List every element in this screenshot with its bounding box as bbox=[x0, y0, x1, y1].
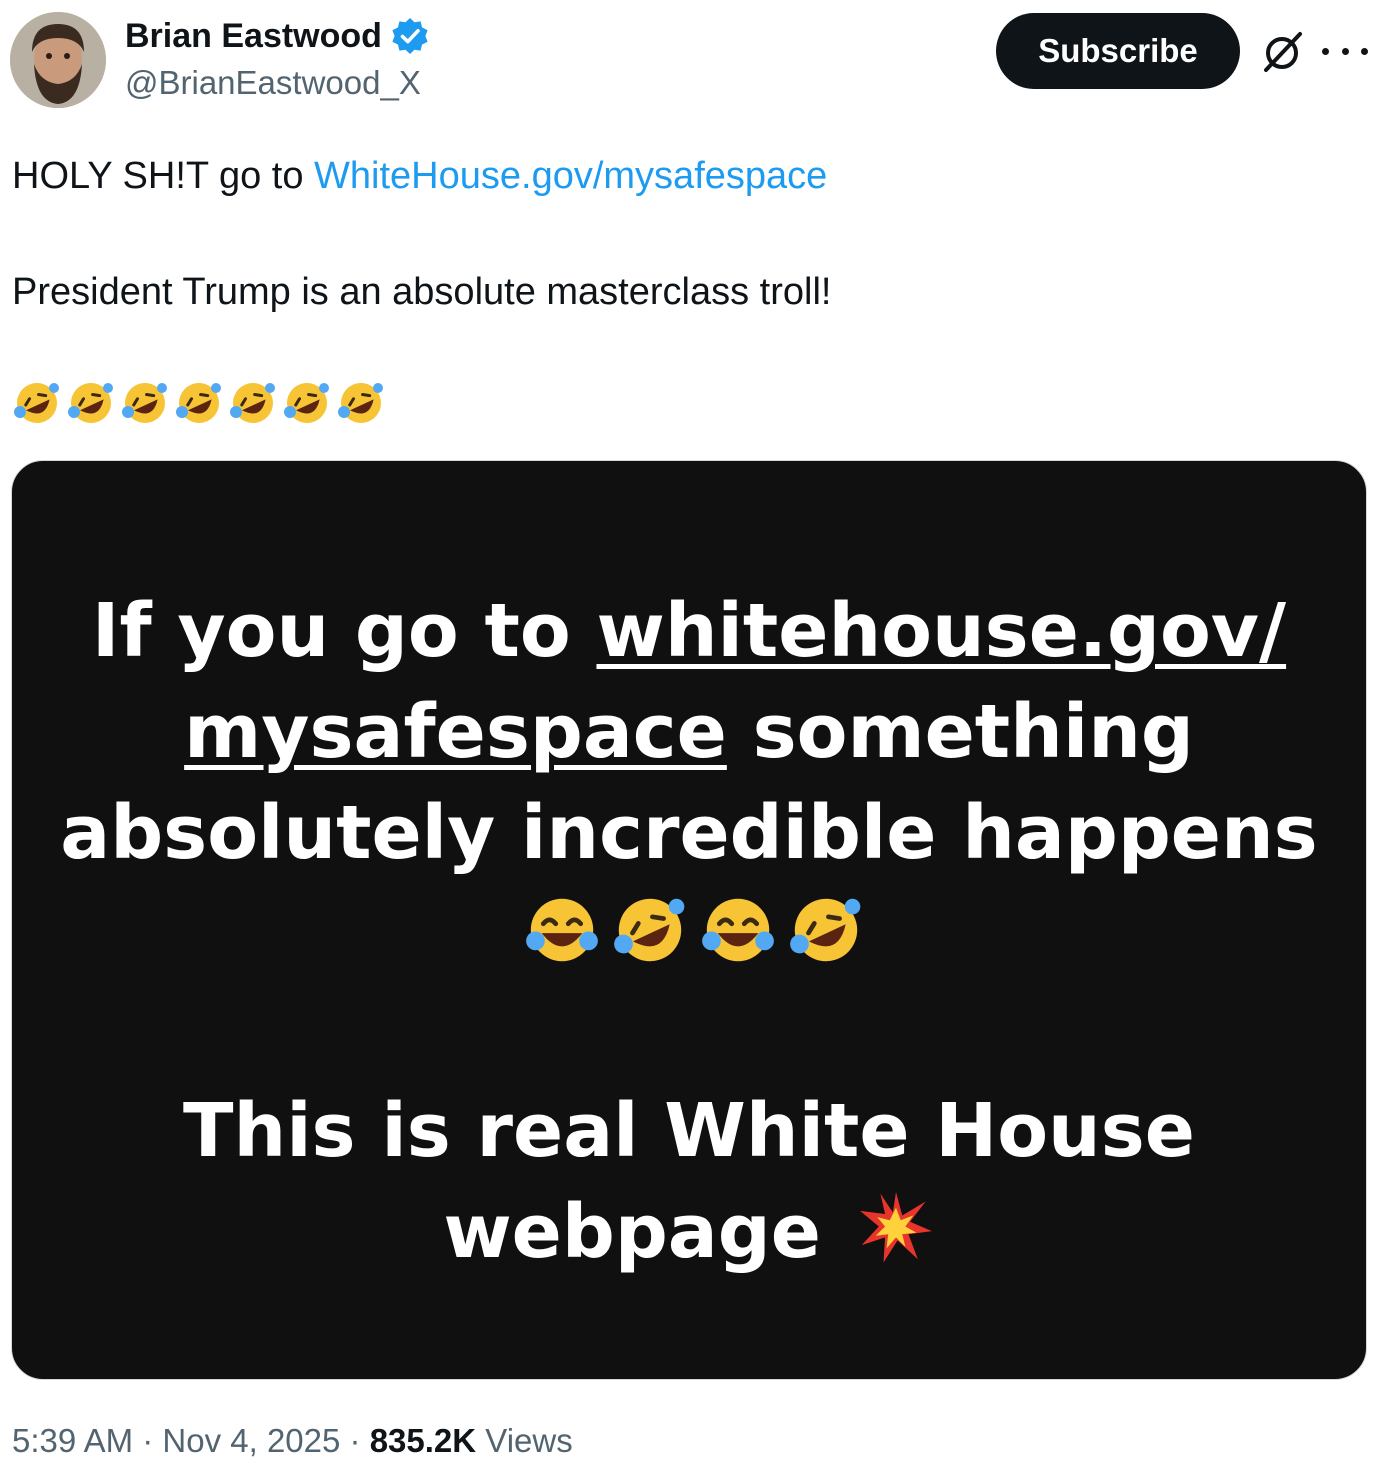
rofl-emoji bbox=[790, 898, 861, 962]
media-text-a1: If you go to bbox=[91, 588, 597, 674]
meta-separator: · bbox=[133, 1422, 163, 1459]
media-text-block-2: This is real White House webpage bbox=[12, 1081, 1366, 1283]
media-url-part-2: mysafespace bbox=[184, 689, 727, 775]
rofl-emoji bbox=[338, 383, 383, 423]
author-handle[interactable]: @BrianEastwood_X bbox=[125, 64, 421, 102]
media-text-b: This is real White House webpage bbox=[183, 1088, 1195, 1275]
more-dot bbox=[1322, 47, 1329, 55]
views-label: Views bbox=[485, 1422, 573, 1459]
rofl-emoji bbox=[230, 383, 275, 423]
rofl-emoji bbox=[284, 383, 329, 423]
media-text-block-1: If you go to whitehouse.gov/ mysafespace… bbox=[12, 581, 1366, 985]
display-name[interactable]: Brian Eastwood bbox=[125, 17, 382, 56]
joy-emoji bbox=[702, 898, 774, 962]
tweet-line-1: HOLY SH!T go to WhiteHouse.gov/mysafespa… bbox=[12, 148, 1372, 204]
tweet-date[interactable]: Nov 4, 2025 bbox=[162, 1422, 340, 1459]
media-url-part-1: whitehouse.gov/ bbox=[596, 588, 1287, 674]
views-count: 835.2K bbox=[369, 1422, 477, 1459]
joy-emoji bbox=[526, 898, 598, 962]
tweet-line-1-text: HOLY SH!T go to bbox=[12, 155, 315, 197]
rofl-emoji bbox=[614, 898, 685, 962]
rofl-emoji bbox=[176, 383, 221, 423]
tweet-time[interactable]: 5:39 AM bbox=[12, 1422, 133, 1459]
tweet-line-2: President Trump is an absolute mastercla… bbox=[12, 271, 832, 313]
rofl-emoji bbox=[122, 383, 167, 423]
subscribe-button[interactable]: Subscribe bbox=[996, 13, 1240, 89]
verified-badge-icon bbox=[392, 18, 428, 54]
more-dot bbox=[1341, 47, 1349, 55]
whitehouse-link[interactable]: WhiteHouse.gov/mysafespace bbox=[314, 155, 827, 197]
tweet-meta: 5:39 AM · Nov 4, 2025 · 835.2K Views bbox=[12, 1422, 573, 1460]
avatar[interactable] bbox=[10, 12, 106, 108]
tweet-media-image[interactable]: If you go to whitehouse.gov/ mysafespace… bbox=[11, 460, 1367, 1380]
tweet-text: HOLY SH!T go to WhiteHouse.gov/mysafespa… bbox=[12, 148, 1372, 320]
rofl-emoji bbox=[14, 383, 59, 423]
rofl-emoji bbox=[68, 383, 113, 423]
author-name-row[interactable]: Brian Eastwood bbox=[125, 14, 430, 58]
tweet-emoji-line bbox=[12, 378, 386, 428]
more-dot bbox=[1361, 47, 1368, 55]
collision-emoji bbox=[859, 1192, 932, 1263]
more-icon[interactable] bbox=[1322, 28, 1368, 74]
meta-separator: · bbox=[340, 1422, 370, 1459]
grok-icon[interactable] bbox=[1258, 26, 1308, 76]
